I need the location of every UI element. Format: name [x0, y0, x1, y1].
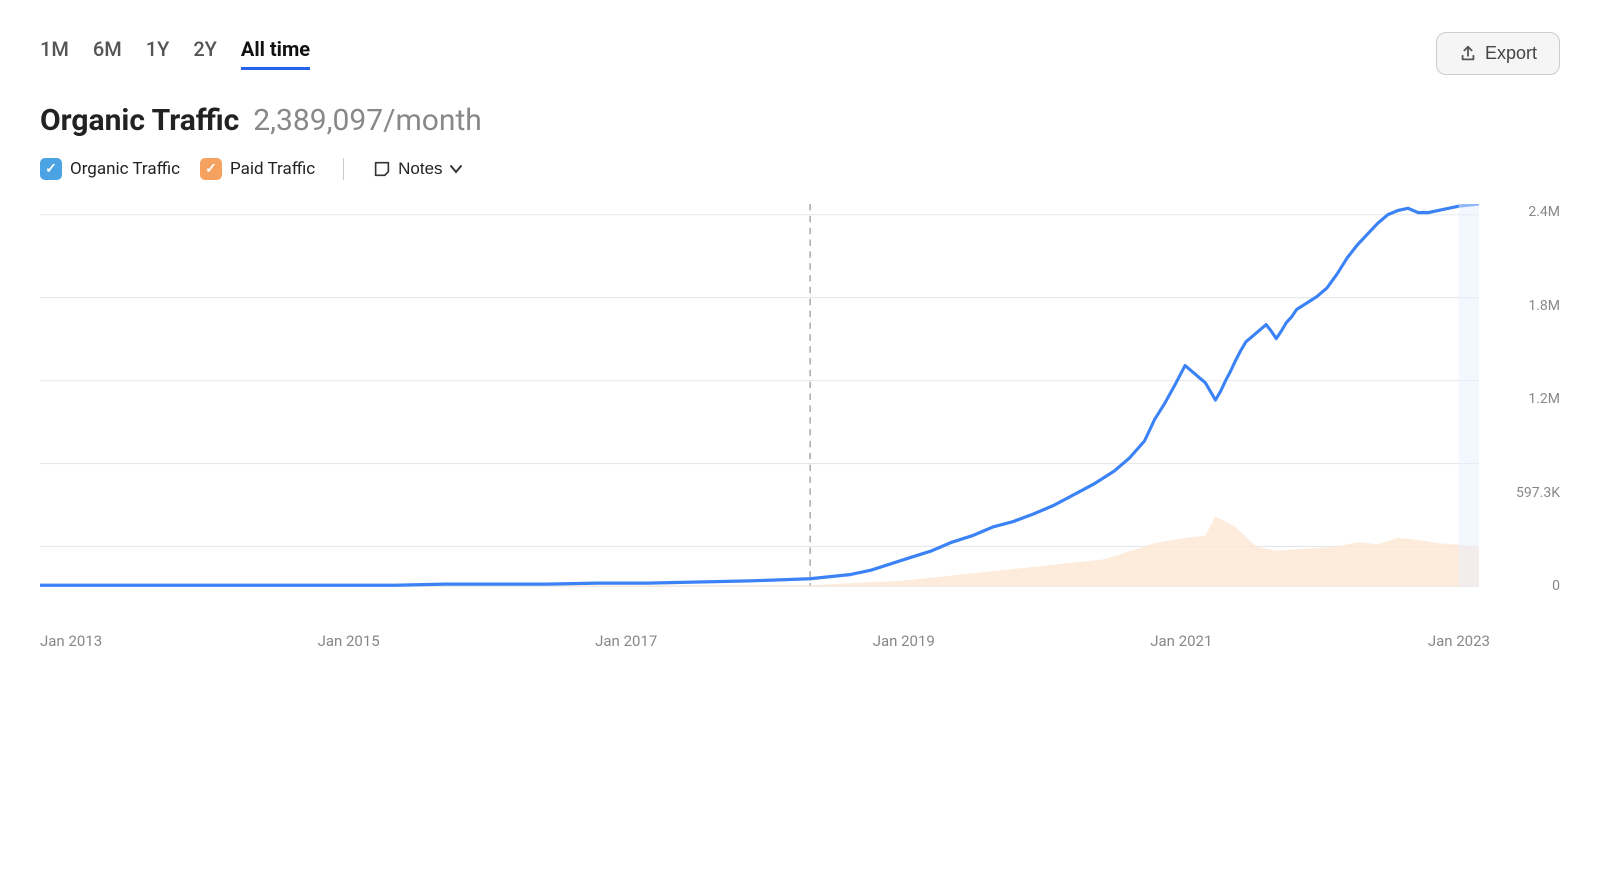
chevron-down-icon — [449, 162, 463, 176]
export-icon — [1459, 45, 1477, 63]
filter-2y[interactable]: 2Y — [193, 37, 217, 70]
x-axis-labels: Jan 2013 Jan 2015 Jan 2017 Jan 2019 Jan … — [40, 624, 1560, 650]
legend-paid[interactable]: ✓ Paid Traffic — [200, 158, 315, 180]
organic-label: Organic Traffic — [70, 159, 180, 179]
notes-label: Notes — [398, 159, 442, 179]
y-axis-labels: 2.4M 1.8M 1.2M 597.3K 0 — [1490, 204, 1560, 624]
metric-row: Organic Traffic 2,389,097/month — [40, 103, 1560, 138]
x-label-2017: Jan 2017 — [595, 632, 657, 650]
y-label-0: 0 — [1490, 578, 1560, 594]
filter-all-time[interactable]: All time — [241, 37, 310, 70]
chart-container: 2.4M 1.8M 1.2M 597.3K 0 — [40, 204, 1560, 624]
y-label-597k: 597.3K — [1490, 485, 1560, 501]
export-button[interactable]: Export — [1436, 32, 1560, 75]
x-label-2019: Jan 2019 — [873, 632, 935, 650]
notes-icon — [372, 159, 392, 179]
x-label-2023: Jan 2023 — [1428, 632, 1490, 650]
y-label-1_8m: 1.8M — [1490, 298, 1560, 314]
notes-button[interactable]: Notes — [372, 159, 462, 179]
metric-value: 2,389,097/month — [253, 103, 482, 138]
filter-1y[interactable]: 1Y — [146, 37, 170, 70]
filter-6m[interactable]: 6M — [93, 37, 122, 70]
metric-title: Organic Traffic — [40, 103, 239, 138]
legend-row: ✓ Organic Traffic ✓ Paid Traffic Notes — [40, 158, 1560, 180]
legend-divider — [343, 158, 344, 180]
y-label-2_4m: 2.4M — [1490, 204, 1560, 220]
paid-label: Paid Traffic — [230, 159, 315, 179]
legend-organic[interactable]: ✓ Organic Traffic — [40, 158, 180, 180]
filter-1m[interactable]: 1M — [40, 37, 69, 70]
organic-checkbox[interactable]: ✓ — [40, 158, 62, 180]
top-bar: 1M 6M 1Y 2Y All time Export — [40, 32, 1560, 75]
time-filters: 1M 6M 1Y 2Y All time — [40, 37, 310, 70]
x-label-2015: Jan 2015 — [318, 632, 380, 650]
traffic-chart — [40, 204, 1560, 624]
x-label-2021: Jan 2021 — [1150, 632, 1212, 650]
x-label-2013: Jan 2013 — [40, 632, 102, 650]
paid-checkbox[interactable]: ✓ — [200, 158, 222, 180]
y-label-1_2m: 1.2M — [1490, 391, 1560, 407]
